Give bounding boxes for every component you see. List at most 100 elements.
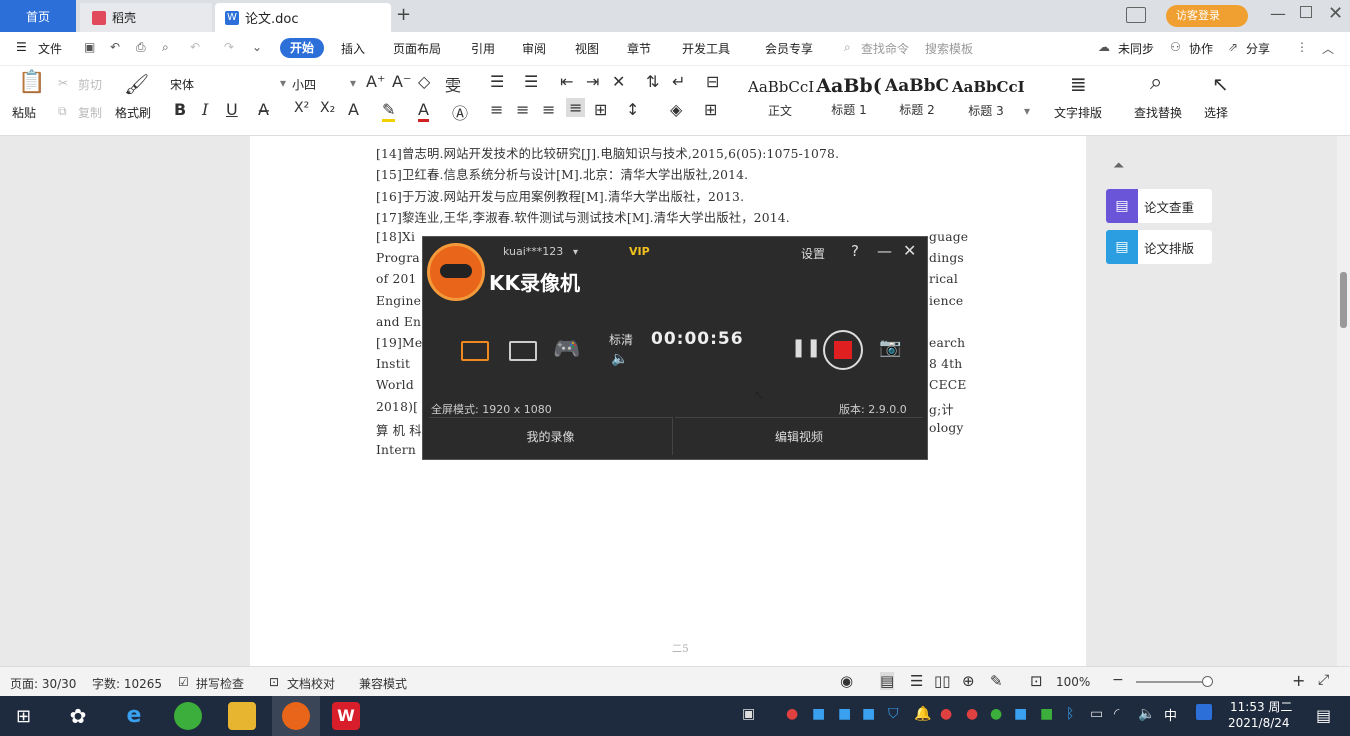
superscript-icon[interactable]: X² [294, 100, 309, 116]
style-normal[interactable]: AaBbCcI 正文 [748, 72, 814, 126]
fullscreen-icon[interactable]: ⤢ [1318, 672, 1329, 688]
proof-button[interactable]: 文档校对 [287, 675, 335, 692]
kk-volume-icon[interactable]: 🔈 [611, 351, 628, 367]
wps-icon[interactable]: W [332, 702, 360, 730]
save-icon[interactable]: ▣ [84, 40, 95, 54]
tray-app5-icon[interactable]: ● [966, 706, 978, 722]
select-cursor-icon[interactable]: ↖ [1212, 72, 1229, 96]
copy-button[interactable]: 复制 [78, 104, 102, 121]
collab-button[interactable]: 协作 [1189, 40, 1213, 57]
tray-app1-icon[interactable]: ■ [812, 706, 825, 722]
shrink-font-icon[interactable]: A⁻ [392, 72, 411, 91]
menu-insert[interactable]: 插入 [341, 40, 365, 57]
kk-game-mode-icon[interactable]: 🎮 [553, 337, 580, 362]
browser-360-icon[interactable] [174, 702, 202, 730]
new-tab-button[interactable]: + [396, 4, 411, 25]
number-list-icon[interactable]: ☰ [524, 72, 538, 91]
strikethrough-icon[interactable]: A̶ [258, 100, 269, 119]
zoom-slider-thumb[interactable] [1202, 676, 1213, 687]
share-button[interactable]: 分享 [1246, 40, 1270, 57]
tray-app7-icon[interactable]: ■ [1040, 706, 1053, 722]
tray-bell-icon[interactable]: 🔔 [914, 706, 931, 722]
kk-pause-icon[interactable]: ❚❚ [791, 337, 821, 358]
grow-font-icon[interactable]: A⁺ [366, 72, 385, 91]
align-right-icon[interactable]: ≡ [542, 100, 555, 119]
pinwheel-app-icon[interactable]: ✿ [64, 702, 92, 730]
kk-stop-button[interactable] [823, 330, 863, 370]
login-badge[interactable]: 访客登录 [1166, 5, 1248, 27]
page-indicator[interactable]: 页面: 30/30 [10, 675, 76, 692]
format-painter-button[interactable]: 格式刷 [115, 104, 151, 121]
find-replace-icon[interactable]: ⌕ [1150, 70, 1162, 95]
hamburger-icon[interactable]: ☰ [16, 40, 27, 54]
kk-settings-button[interactable]: 设置 [801, 245, 825, 262]
phonetic-icon[interactable]: 雯 [445, 72, 461, 96]
zoom-slider[interactable] [1136, 676, 1213, 687]
find-command-input[interactable]: 查找命令 [861, 40, 909, 57]
ie-browser-icon[interactable]: e [120, 702, 148, 730]
collapse-ribbon-icon[interactable]: ︿ [1322, 40, 1334, 57]
sort-icon[interactable]: ⇅ [646, 72, 659, 91]
text-layout-button[interactable]: 文字排版 [1054, 104, 1102, 121]
clear-format-icon[interactable]: ◇ [418, 72, 430, 91]
tray-kk-icon[interactable]: ● [786, 706, 798, 722]
line-spacing-icon[interactable]: ↕ [626, 100, 639, 119]
kk-close-icon[interactable]: ✕ [903, 241, 916, 260]
font-size-select[interactable]: 小四 [292, 76, 316, 93]
panel-collapse-icon[interactable]: ⏶ [1113, 158, 1124, 174]
zoom-level[interactable]: 100% [1056, 675, 1090, 689]
kk-vip-badge[interactable]: VIP [629, 245, 650, 258]
search-template-link[interactable]: 搜索模板 [925, 40, 973, 57]
undo-icon[interactable]: ↶ [190, 40, 200, 54]
bullet-list-icon[interactable]: ☰ [490, 72, 504, 91]
tab-home[interactable]: 首页 [0, 0, 76, 32]
cut-button[interactable]: 剪切 [78, 76, 102, 93]
distributed-icon[interactable]: ⊞ [594, 100, 607, 119]
find-replace-button[interactable]: 查找替换 [1134, 104, 1182, 121]
tray-app8-icon[interactable] [1196, 704, 1212, 720]
paste-icon[interactable]: 📋 [18, 70, 45, 95]
style-gallery-dropdown-icon[interactable]: ▾ [1024, 104, 1030, 118]
style-heading-3[interactable]: AaBbCcI 标题 3 [952, 72, 1025, 126]
kk-recorder-window[interactable]: kuai***123 ▾ VIP 设置 ? — ✕ KK录像机 🎮 标清 🔈 0… [422, 236, 928, 460]
align-left-icon[interactable]: ≡ [490, 100, 503, 119]
underline-icon[interactable]: U [226, 100, 238, 119]
tray-recorder-icon[interactable]: ▣ [742, 706, 755, 722]
kk-username[interactable]: kuai***123 [503, 245, 563, 258]
menu-devtools[interactable]: 开发工具 [682, 40, 730, 57]
kk-help-button[interactable]: ? [851, 242, 859, 260]
paste-button[interactable]: 粘贴 [12, 104, 36, 121]
menu-file[interactable]: 文件 [38, 40, 62, 57]
menu-member[interactable]: 会员专享 [765, 40, 813, 57]
outline-view-icon[interactable]: ☰ [910, 672, 923, 690]
print-icon[interactable]: ⎙ [136, 40, 146, 55]
kk-screenshot-icon[interactable]: 📷 [879, 337, 901, 358]
kk-minimize-icon[interactable]: — [877, 242, 892, 260]
kk-region-mode-icon[interactable] [509, 341, 537, 361]
volume-icon[interactable]: 🔈 [1138, 706, 1155, 722]
bluetooth-icon[interactable]: ᛒ [1066, 706, 1074, 722]
tray-360-icon[interactable]: ● [990, 706, 1002, 722]
text-effect-icon[interactable]: A [348, 100, 359, 119]
clock-time[interactable]: 11:53 周二 [1230, 698, 1292, 715]
read-view-icon[interactable]: ▯▯ [934, 672, 951, 690]
menu-layout[interactable]: 页面布局 [393, 40, 441, 57]
tray-app3-icon[interactable]: ■ [862, 706, 875, 722]
menu-review[interactable]: 审阅 [522, 40, 546, 57]
print-preview-icon[interactable]: ⌕ [162, 40, 169, 55]
paper-check-button[interactable]: ▤ 论文查重 [1106, 189, 1212, 223]
quick-access-dropdown-icon[interactable]: ⌄ [252, 40, 262, 54]
redo-icon[interactable]: ↷ [224, 40, 234, 54]
eye-protect-icon[interactable]: ◉ [840, 672, 853, 690]
kk-my-videos-button[interactable]: 我的录像 [429, 417, 673, 455]
wifi-icon[interactable]: ◜ [1114, 706, 1119, 722]
restore-icon[interactable] [1300, 6, 1312, 18]
menu-reference[interactable]: 引用 [471, 40, 495, 57]
kk-taskbar-active[interactable] [272, 696, 320, 736]
style-heading-2[interactable]: AaBbC 标题 2 [884, 72, 950, 126]
shading-icon[interactable]: ◈ [670, 100, 682, 119]
menu-start[interactable]: 开始 [280, 38, 324, 58]
clock-date[interactable]: 2021/8/24 [1228, 716, 1290, 730]
tray-app6-icon[interactable]: ■ [1014, 706, 1027, 722]
scrollbar-thumb[interactable] [1340, 272, 1347, 328]
